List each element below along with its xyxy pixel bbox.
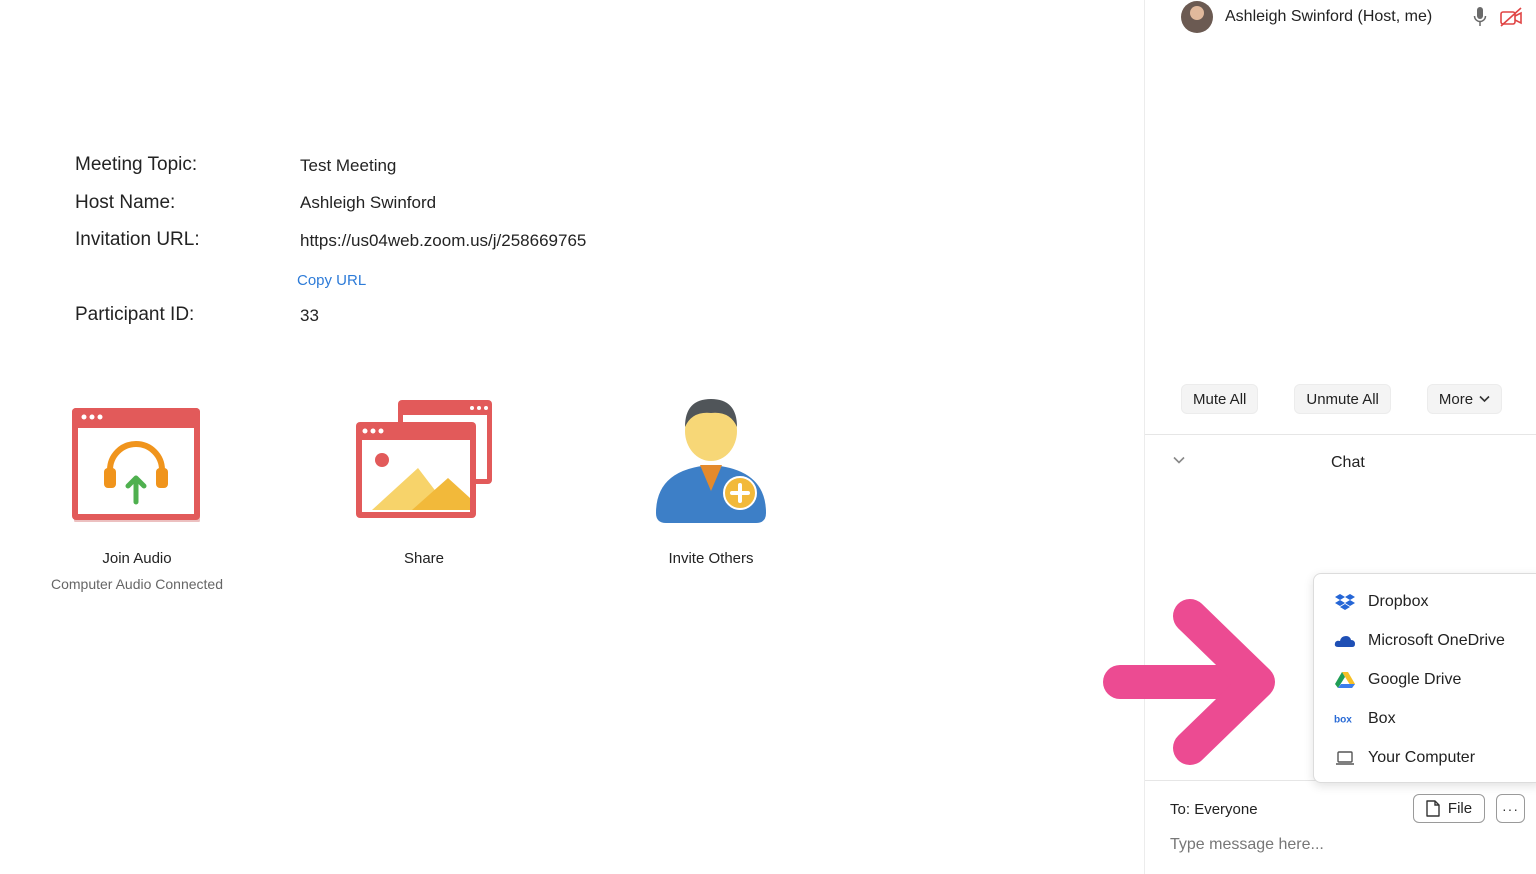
menu-item-label: Microsoft OneDrive [1368,632,1505,649]
menu-item-box[interactable]: box Box [1314,702,1536,736]
meeting-topic-label: Meeting Topic: [75,154,198,175]
svg-text:box: box [1334,715,1352,725]
unmute-all-button[interactable]: Unmute All [1294,384,1391,414]
join-audio-label: Join Audio [102,550,172,567]
participant-row-self[interactable]: Ashleigh Swinford (Host, me) [1181,0,1531,34]
invite-person-icon [656,399,766,523]
share-button[interactable]: Share [324,385,524,567]
join-audio-status: Computer Audio Connected [51,576,223,592]
invite-others-button[interactable]: Invite Others [611,385,811,567]
invitation-url-value: https://us04web.zoom.us/j/258669765 [300,231,587,250]
microphone-icon[interactable] [1473,6,1487,28]
document-icon [1426,800,1440,817]
file-source-menu: Dropbox Microsoft OneDrive Google Drive … [1313,573,1536,783]
headphones-window-icon [72,408,200,522]
menu-item-dropbox[interactable]: Dropbox [1314,585,1536,619]
meeting-topic-value: Test Meeting [300,156,397,175]
share-screen-icon [356,400,492,518]
mute-all-button[interactable]: Mute All [1181,384,1259,414]
invitation-url-label: Invitation URL: [75,229,200,250]
annotation-arrow-icon [1103,599,1275,765]
meeting-main-area: Meeting Topic: Test Meeting Host Name: A… [0,0,1144,874]
chat-recipient[interactable]: To: Everyone [1170,801,1258,818]
onedrive-icon [1334,636,1355,647]
participant-name: Ashleigh Swinford (Host, me) [1225,8,1433,25]
video-off-icon[interactable] [1499,6,1523,28]
chat-more-button[interactable]: ··· [1496,794,1525,823]
menu-item-label: Your Computer [1368,749,1476,766]
box-icon: box [1334,715,1352,725]
chat-message-input[interactable] [1170,832,1520,858]
menu-item-label: Dropbox [1368,593,1429,610]
copy-url-link[interactable]: Copy URL [297,272,366,289]
to-label: To: [1170,801,1191,818]
chat-title: Chat [1331,454,1365,471]
share-label: Share [403,550,445,567]
join-audio-button[interactable]: Join Audio Computer Audio Connected [37,385,237,592]
menu-item-label: Google Drive [1368,671,1462,688]
avatar [1181,1,1213,33]
dropbox-icon [1335,594,1355,610]
more-label: More [1438,390,1474,408]
divider [1145,434,1536,435]
chevron-down-icon [1479,395,1490,403]
google-drive-icon [1335,672,1355,688]
participant-id-label: Participant ID: [75,304,195,325]
laptop-icon [1336,751,1354,765]
menu-item-onedrive[interactable]: Microsoft OneDrive [1314,624,1536,658]
to-value: Everyone [1194,801,1258,818]
chat-header: Chat [1145,452,1536,476]
file-button-label: File [1447,800,1473,817]
invite-others-label: Invite Others [668,550,754,567]
file-button[interactable]: File [1413,794,1485,823]
more-button[interactable]: More [1426,384,1503,414]
collapse-chevron-icon[interactable] [1172,455,1186,465]
host-name-label: Host Name: [75,192,176,213]
host-name-value: Ashleigh Swinford [300,193,437,212]
participant-id-value: 33 [300,306,319,325]
menu-item-label: Box [1368,710,1396,727]
menu-item-google-drive[interactable]: Google Drive [1314,663,1536,697]
menu-item-your-computer[interactable]: Your Computer [1314,741,1536,775]
